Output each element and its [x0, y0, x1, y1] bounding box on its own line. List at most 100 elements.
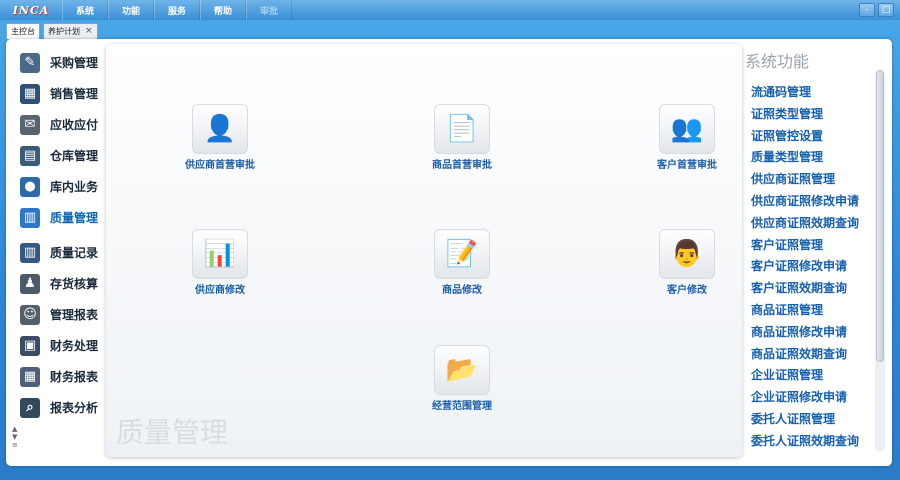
nav-scroll-controls: ▲ ▼ ≡: [12, 425, 18, 449]
sidebar-item-label: 质量记录: [50, 246, 99, 260]
right-scrollbar[interactable]: [875, 70, 885, 452]
inventory-icon: ●: [20, 176, 40, 197]
scroll-down-icon[interactable]: ▼: [12, 433, 18, 441]
sidebar-item-label: 质量管理: [50, 211, 99, 225]
sidebar-item-label: 采购管理: [50, 56, 99, 70]
sidebar-item-label: 仓库管理: [50, 149, 99, 163]
sales-icon: ▦: [20, 83, 40, 104]
link-quality-type[interactable]: 质量类型管理: [745, 147, 875, 169]
func-product-edit[interactable]: 📝 商品修改: [402, 229, 522, 296]
menu-function[interactable]: 功能: [108, 0, 155, 20]
link-flow-code[interactable]: 流通码管理: [745, 82, 875, 104]
link-product-license[interactable]: 商品证照管理: [745, 300, 875, 322]
section-watermark: 质量管理: [116, 416, 229, 449]
sidebar-item-label: 销售管理: [50, 87, 99, 101]
sidebar-item-finance-report[interactable]: ▦ 财务报表: [10, 361, 108, 392]
func-supplier-approval[interactable]: 👤 供应商首营审批: [160, 104, 280, 171]
link-product-license-edit[interactable]: 商品证照修改申请: [745, 322, 875, 344]
tab-bar: 主控台 养护计划 ×: [6, 23, 98, 39]
sidebar-item-report-analysis[interactable]: ⌕ 报表分析: [10, 392, 108, 423]
menu-approve[interactable]: 审批: [246, 0, 293, 20]
scroll-up-icon[interactable]: ▲: [12, 425, 18, 433]
sidebar-item-label: 存货核算: [50, 277, 99, 291]
link-principal-license[interactable]: 委托人证照管理: [745, 409, 875, 431]
management-report-icon: ☺: [20, 304, 40, 325]
func-label: 供应商修改: [195, 285, 245, 296]
func-supplier-edit[interactable]: 📊 供应商修改: [160, 229, 280, 296]
supplier-edit-icon: 📊: [192, 229, 248, 279]
func-label: 客户首营审批: [657, 160, 717, 171]
function-content: 👤 供应商首营审批 📄 商品首营审批 👥 客户首营审批 📊 供应商修改 📝 商品…: [106, 44, 742, 457]
title-bar: INCA 系统 功能 服务 帮助 审批 - □: [0, 0, 900, 20]
tab-console[interactable]: 主控台: [6, 23, 40, 39]
sidebar-item-sales[interactable]: ▦ 销售管理: [10, 78, 108, 109]
supplier-approval-icon: 👤: [192, 104, 248, 154]
func-label: 商品首营审批: [432, 160, 492, 171]
menu-service[interactable]: 服务: [154, 0, 201, 20]
func-customer-edit[interactable]: 👨 客户修改: [627, 229, 747, 296]
sidebar-item-quality-record[interactable]: ▥ 质量记录: [10, 237, 108, 268]
sidebar-nav: ✎ 采购管理 ▦ 销售管理 ✉ 应收应付 ▤ 仓库管理 ● 库内业务 ▥ 质量管…: [10, 47, 108, 423]
sidebar-item-receivable[interactable]: ✉ 应收应付: [10, 109, 108, 140]
scroll-thumb[interactable]: [876, 70, 884, 362]
tab-label: 主控台: [11, 27, 35, 36]
func-label: 供应商首营审批: [185, 160, 255, 171]
func-label: 经营范围管理: [432, 401, 492, 412]
link-license-type[interactable]: 证照类型管理: [745, 104, 875, 126]
business-scope-icon: 📂: [434, 345, 490, 395]
tab-label: 养护计划: [48, 27, 80, 36]
sidebar-item-label: 财务处理: [50, 339, 99, 353]
finance-icon: ▣: [20, 335, 40, 356]
link-product-license-expiry[interactable]: 商品证照效期查询: [745, 344, 875, 366]
link-supplier-license[interactable]: 供应商证照管理: [745, 169, 875, 191]
func-product-approval[interactable]: 📄 商品首营审批: [402, 104, 522, 171]
sidebar-item-management-report[interactable]: ☺ 管理报表: [10, 299, 108, 330]
sidebar-item-finance[interactable]: ▣ 财务处理: [10, 330, 108, 361]
tab-maintenance-plan[interactable]: 养护计划 ×: [43, 23, 98, 39]
customer-approval-icon: 👥: [659, 104, 715, 154]
link-customer-license[interactable]: 客户证照管理: [745, 235, 875, 257]
system-functions-panel: 系统功能 流通码管理 证照类型管理 证照管控设置 质量类型管理 供应商证照管理 …: [745, 48, 875, 453]
sidebar-item-label: 应收应付: [50, 118, 99, 132]
sidebar-item-quality[interactable]: ▥ 质量管理: [10, 202, 108, 233]
panel-title: 系统功能: [745, 52, 810, 71]
func-business-scope[interactable]: 📂 经营范围管理: [402, 345, 522, 412]
link-principal-license-expiry[interactable]: 委托人证照效期查询: [745, 431, 875, 453]
product-edit-icon: 📝: [434, 229, 490, 279]
func-label: 商品修改: [442, 285, 482, 296]
sidebar-item-label: 报表分析: [50, 401, 99, 415]
stock-accounting-icon: ♟: [20, 273, 40, 294]
sidebar-item-stock-accounting[interactable]: ♟ 存货核算: [10, 268, 108, 299]
close-icon[interactable]: ×: [85, 24, 93, 39]
finance-report-icon: ▦: [20, 366, 40, 387]
link-supplier-license-expiry[interactable]: 供应商证照效期查询: [745, 213, 875, 235]
maximize-button[interactable]: □: [878, 3, 894, 17]
func-label: 客户修改: [667, 285, 707, 296]
report-analysis-icon: ⌕: [20, 397, 40, 418]
menu-help[interactable]: 帮助: [200, 0, 247, 20]
menu-system[interactable]: 系统: [62, 0, 109, 20]
sidebar-item-warehouse[interactable]: ▤ 仓库管理: [10, 140, 108, 171]
quality-icon: ▥: [20, 207, 40, 228]
sidebar-item-label: 管理报表: [50, 308, 99, 322]
warehouse-icon: ▤: [20, 145, 40, 166]
link-license-control[interactable]: 证照管控设置: [745, 126, 875, 148]
purchase-icon: ✎: [20, 52, 40, 73]
quality-record-icon: ▥: [20, 242, 40, 263]
sidebar-item-label: 库内业务: [50, 180, 99, 194]
app-logo: INCA: [12, 3, 50, 17]
link-supplier-license-edit[interactable]: 供应商证照修改申请: [745, 191, 875, 213]
window-controls: - □: [859, 3, 900, 17]
receivable-icon: ✉: [20, 114, 40, 135]
minimize-button[interactable]: -: [859, 3, 875, 17]
sidebar-item-inventory[interactable]: ● 库内业务: [10, 171, 108, 202]
link-customer-license-edit[interactable]: 客户证照修改申请: [745, 256, 875, 278]
sidebar-item-label: 财务报表: [50, 370, 99, 384]
link-customer-license-expiry[interactable]: 客户证照效期查询: [745, 278, 875, 300]
product-approval-icon: 📄: [434, 104, 490, 154]
link-enterprise-license-edit[interactable]: 企业证照修改申请: [745, 387, 875, 409]
sidebar-item-purchase[interactable]: ✎ 采购管理: [10, 47, 108, 78]
link-enterprise-license[interactable]: 企业证照管理: [745, 365, 875, 387]
func-customer-approval[interactable]: 👥 客户首营审批: [627, 104, 747, 171]
menu-list-icon[interactable]: ≡: [12, 441, 18, 449]
